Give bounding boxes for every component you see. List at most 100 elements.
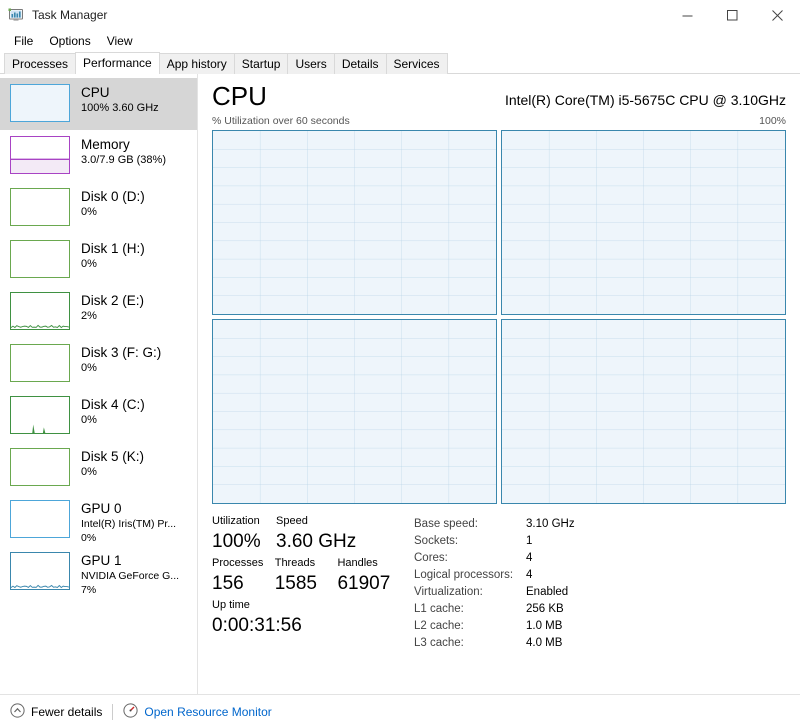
spec-value: Enabled (526, 586, 569, 598)
spec-row: Virtualization: Enabled (414, 584, 786, 601)
spec-row: Logical processors: 4 (414, 567, 786, 584)
mini-graph (10, 500, 70, 538)
status-bar: Fewer details Open Resource Monitor (0, 694, 800, 728)
logical-processor-graphs[interactable] (212, 130, 786, 504)
spec-label: L2 cache: (414, 620, 464, 632)
resource-item-detail: 0% (81, 362, 97, 374)
resource-item-detail: 3.0/7.9 GB (38%) (81, 154, 166, 166)
tab-startup[interactable]: Startup (233, 53, 289, 74)
axis-label-right: 100% (759, 115, 786, 127)
resource-item-name: Disk 1 (H:) (81, 241, 145, 256)
resource-item-disk-4-c[interactable]: Disk 4 (C:) 0% (0, 390, 197, 442)
stat-value-utilization: 100% (212, 531, 261, 552)
cpu-graph-2[interactable] (212, 319, 497, 504)
tab-performance[interactable]: Performance (75, 52, 160, 74)
spec-row: Base speed: 3.10 GHz (414, 516, 786, 533)
spec-row: L1 cache: 256 KB (414, 601, 786, 618)
spec-row: Sockets: 1 (414, 533, 786, 550)
menu-item-file[interactable]: File (6, 32, 41, 50)
resource-item-text: Disk 1 (H:) 0% (81, 240, 145, 271)
resource-monitor-icon (123, 702, 138, 721)
cpu-graph-3[interactable] (501, 319, 786, 504)
resource-item-text: Memory 3.0/7.9 GB (38%) (81, 136, 166, 167)
resource-item-detail: NVIDIA GeForce G... (81, 570, 180, 582)
resource-item-name: CPU (81, 85, 110, 100)
resource-item-cpu[interactable]: CPU 100% 3.60 GHz (0, 78, 197, 130)
resource-item-name: Disk 5 (K:) (81, 449, 145, 464)
stat-value-processes: 156 (212, 573, 244, 594)
resource-item-name: Disk 4 (C:) (81, 397, 145, 412)
tab-users[interactable]: Users (287, 53, 335, 74)
open-resource-monitor-link[interactable]: Open Resource Monitor (123, 702, 272, 721)
spec-value: 1 (526, 535, 533, 547)
spec-value: 4.0 MB (526, 637, 563, 649)
cpu-graph-0[interactable] (212, 130, 497, 315)
stat-uptime: Up time 0:00:31:56 (212, 598, 302, 638)
menu-item-view[interactable]: View (99, 32, 141, 50)
resource-item-name: GPU 0 (81, 501, 122, 516)
fewer-details-button[interactable]: Fewer details (10, 702, 102, 721)
spec-label: Base speed: (414, 518, 478, 530)
spec-row: L3 cache: 4.0 MB (414, 635, 786, 652)
stat-handles: Handles 61907 (337, 556, 408, 596)
resource-item-text: GPU 0 Intel(R) Iris(TM) Pr... 0% (81, 500, 176, 545)
resource-item-name: Disk 2 (E:) (81, 293, 145, 308)
window-controls (665, 0, 800, 30)
stat-row-processes-threads-handles: Processes 156 Threads 1585 Handles 61907 (212, 556, 408, 596)
resource-item-detail: 100% 3.60 GHz (81, 102, 159, 114)
footer-divider (112, 703, 114, 720)
resource-item-detail: 0% (81, 414, 97, 426)
tab-processes[interactable]: Processes (4, 53, 77, 74)
resource-item-disk-3-f-g[interactable]: Disk 3 (F: G:) 0% (0, 338, 197, 390)
chevron-up-circle-icon (10, 702, 25, 721)
stat-utilization: Utilization 100% (212, 514, 276, 554)
resource-item-gpu-0[interactable]: GPU 0 Intel(R) Iris(TM) Pr... 0% (0, 494, 197, 546)
resource-item-text: Disk 5 (K:) 0% (81, 448, 144, 479)
cpu-spec-list: Base speed: 3.10 GHz Sockets: 1 Cores: 4 Logic… (408, 514, 786, 652)
tab-details[interactable]: Details (333, 53, 387, 74)
stat-value-uptime: 0:00:31:56 (212, 615, 302, 636)
tab-services[interactable]: Services (385, 53, 448, 74)
resource-item-text: CPU 100% 3.60 GHz (81, 84, 159, 115)
spec-label: Sockets: (414, 535, 459, 547)
mini-graph (10, 344, 70, 382)
stat-label-threads: Threads (274, 557, 316, 569)
resource-item-name: Disk 3 (F: G:) (81, 345, 162, 360)
detail-header: CPU Intel(R) Core(TM) i5-5675C CPU @ 3.1… (212, 74, 786, 112)
spec-row: Cores: 4 (414, 550, 786, 567)
window-title: Task Manager (32, 8, 108, 22)
resource-item-disk-1-h[interactable]: Disk 1 (H:) 0% (0, 234, 197, 286)
resource-item-disk-5-k[interactable]: Disk 5 (K:) 0% (0, 442, 197, 494)
close-button[interactable] (755, 0, 800, 30)
resource-item-name: GPU 1 (81, 553, 122, 568)
cpu-graph-1[interactable] (501, 130, 786, 315)
mini-graph (10, 188, 70, 226)
spec-value: 4 (526, 569, 533, 581)
spec-label: Virtualization: (414, 586, 483, 598)
graph-axis-labels: % Utilization over 60 seconds 100% (212, 115, 786, 127)
resource-item-detail: 2% (81, 310, 97, 322)
stat-row-utilization-speed: Utilization 100% Speed 3.60 GHz (212, 514, 408, 554)
mini-graph (10, 396, 70, 434)
resource-item-disk-2-e[interactable]: Disk 2 (E:) 2% (0, 286, 197, 338)
resource-item-text: Disk 4 (C:) 0% (81, 396, 145, 427)
resource-item-text: Disk 2 (E:) 2% (81, 292, 144, 323)
resource-item-disk-0-d[interactable]: Disk 0 (D:) 0% (0, 182, 197, 234)
mini-graph (10, 240, 70, 278)
resource-item-usage: 7% (81, 584, 97, 596)
stat-speed: Speed 3.60 GHz (276, 514, 356, 554)
resource-item-memory[interactable]: Memory 3.0/7.9 GB (38%) (0, 130, 197, 182)
spec-label: Logical processors: (414, 569, 514, 581)
tab-app-history[interactable]: App history (158, 53, 235, 74)
resource-list[interactable]: CPU 100% 3.60 GHz Memory 3.0/7.9 GB (38%) Di… (0, 74, 198, 694)
minimize-button[interactable] (665, 0, 710, 30)
resource-item-name: Disk 0 (D:) (81, 189, 145, 204)
resource-item-text: Disk 3 (F: G:) 0% (81, 344, 161, 375)
resource-item-gpu-1[interactable]: GPU 1 NVIDIA GeForce G... 7% (0, 546, 197, 598)
maximize-button[interactable] (710, 0, 755, 30)
stat-label-uptime: Up time (212, 599, 250, 611)
page-title: CPU (212, 81, 267, 111)
menu-item-options[interactable]: Options (41, 32, 98, 50)
spec-label: Cores: (414, 552, 448, 564)
stat-label-speed: Speed (276, 515, 308, 527)
